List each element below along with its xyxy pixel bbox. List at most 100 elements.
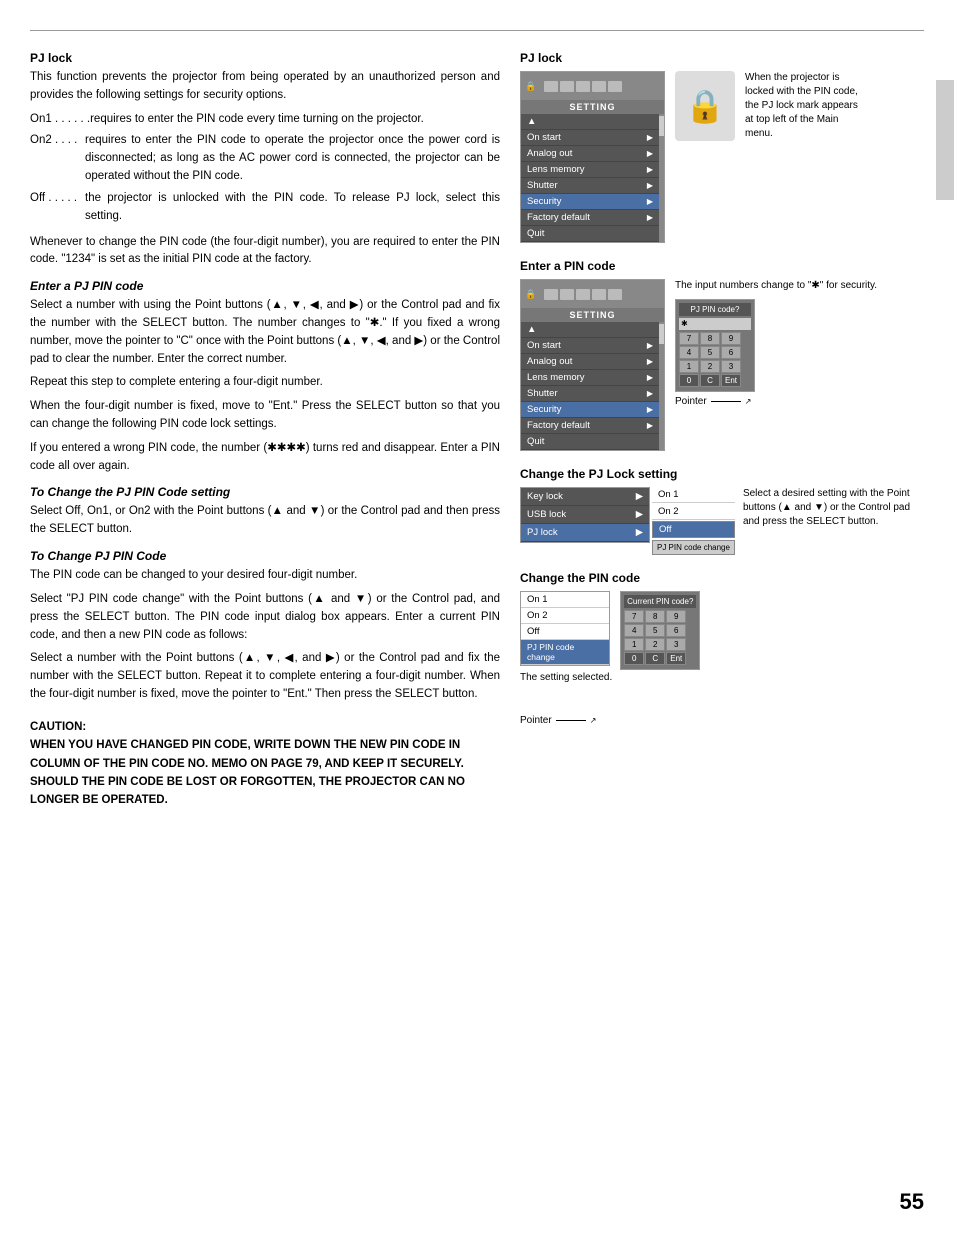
- pin-btn-8[interactable]: 8: [700, 332, 720, 345]
- current-pin-btn-ent[interactable]: Ent: [666, 652, 686, 665]
- pjlock-submenu-area: On 1 On 2 Off PJ PIN code change: [652, 487, 735, 555]
- menu-item-factorydefault: Factory default▶: [521, 210, 659, 226]
- current-pin-btn-8[interactable]: 8: [645, 610, 665, 623]
- change-pin-off: Off: [521, 624, 609, 640]
- enter-pin-title: Enter a PIN code: [520, 259, 924, 273]
- page-container: PJ lock This function prevents the proje…: [0, 0, 954, 1235]
- change-pin-on2: On 2: [521, 608, 609, 624]
- pin-btn-c[interactable]: C: [700, 374, 720, 387]
- pin-btn-1[interactable]: 1: [679, 360, 699, 373]
- pin-btn-2[interactable]: 2: [700, 360, 720, 373]
- two-col-layout: PJ lock This function prevents the proje…: [30, 51, 924, 810]
- pjlock-menus: Key lock▶ USB lock▶ PJ lock▶ On 1 On 2 O…: [520, 487, 735, 555]
- pjlock-usblock: USB lock▶: [521, 506, 649, 524]
- change-pj-pin-code-p2: Select "PJ PIN code change" with the Poi…: [30, 591, 500, 644]
- proj-menu-wrapper-2: ▲ On start▶ Analog out▶ Lens memory▶ Shu…: [521, 322, 664, 450]
- current-pin-btn-4[interactable]: 4: [624, 624, 644, 637]
- on2-desc: requires to enter the PIN code to operat…: [85, 132, 500, 185]
- projector-menu-pjlock: 🔒 SETTING ▲: [520, 71, 665, 243]
- current-pin-btn-1[interactable]: 1: [624, 638, 644, 651]
- current-pin-btn-5[interactable]: 5: [645, 624, 665, 637]
- setting-selected-label: The setting selected.: [520, 672, 612, 683]
- proj-setting-label: SETTING: [521, 100, 664, 114]
- caution-title: CAUTION:: [30, 718, 500, 736]
- page-number: 55: [900, 1189, 924, 1215]
- menu2-item-factorydefault: Factory default▶: [521, 418, 659, 434]
- menu2-item-quit: Quit: [521, 434, 659, 450]
- pin-btn-6[interactable]: 6: [721, 346, 741, 359]
- pin-btn-ent[interactable]: Ent: [721, 374, 741, 387]
- change-pin-pointer-row: Pointer ↗: [520, 715, 596, 726]
- menu2-item-analogout: Analog out▶: [521, 354, 659, 370]
- pin-btn-3[interactable]: 3: [721, 360, 741, 373]
- change-pin-pointer-label: Pointer: [520, 715, 552, 726]
- pin-btn-4[interactable]: 4: [679, 346, 699, 359]
- on1-item: On1 . . . . . . requires to enter the PI…: [30, 111, 500, 129]
- menu2-item-lensmemory: Lens memory▶: [521, 370, 659, 386]
- projector-menu-enterpin: 🔒 SETTING ▲: [520, 279, 665, 451]
- change-pj-pin-code-p3: Select a number with the Point buttons (…: [30, 650, 500, 703]
- enter-pj-pin-p4: If you entered a wrong PIN code, the num…: [30, 440, 500, 476]
- change-pjlock-section: Change the PJ Lock setting Key lock▶ USB…: [520, 467, 924, 555]
- pj-pin-code-label: PJ PIN code?: [679, 303, 751, 316]
- proj-menu-inner: ▲ On start▶ Analog out▶ Lens memory▶ Shu…: [521, 114, 659, 242]
- menu-item-analogout: Analog out▶: [521, 146, 659, 162]
- pin-btn-0[interactable]: 0: [679, 374, 699, 387]
- proj-scrollbar-2: [659, 322, 664, 450]
- current-pin-btn-3[interactable]: 3: [666, 638, 686, 651]
- pj-pin-change-label: PJ PIN code change: [652, 540, 735, 555]
- current-pin-keypad: Current PIN code? 7 8 9 4 5 6: [620, 591, 700, 670]
- proj-scroll-thumb: [659, 116, 664, 136]
- change-pj-pin-code-title: To Change PJ PIN Code: [30, 549, 500, 563]
- current-pin-btn-6[interactable]: 6: [666, 624, 686, 637]
- proj-scrollbar: [659, 114, 664, 242]
- proj-top-bar-2: 🔒: [521, 280, 664, 308]
- pjlock-keylock: Key lock▶: [521, 488, 649, 506]
- enter-pj-pin-p3: When the four-digit number is fixed, mov…: [30, 398, 500, 434]
- enter-pj-pin-p1: Select a number with using the Point but…: [30, 297, 500, 368]
- pin-btn-7[interactable]: 7: [679, 332, 699, 345]
- current-pin-row-2: 4 5 6: [624, 624, 696, 637]
- enter-pin-right: The input numbers change to "✱" for secu…: [675, 279, 877, 407]
- change-pincode-diagram: On 1 On 2 Off PJ PIN code change The set…: [520, 591, 924, 726]
- proj-menu-wrapper: ▲ On start▶ Analog out▶ Lens memory▶ Shu…: [521, 114, 664, 242]
- current-pin-row-3: 1 2 3: [624, 638, 696, 651]
- menu-item-quit: Quit: [521, 226, 659, 242]
- pin-code-para: Whenever to change the PIN code (the fou…: [30, 234, 500, 270]
- pin-row-3: 1 2 3: [679, 360, 751, 373]
- off-desc: the projector is unlocked with the PIN c…: [85, 190, 500, 226]
- proj-scroll-up: ▲: [521, 114, 659, 130]
- pin-keypad-area: PJ PIN code? ✱ 7 8 9 4 5: [675, 299, 877, 407]
- on2-item: On2 . . . . requires to enter the PIN co…: [30, 132, 500, 185]
- proj-top-bar: 🔒: [521, 72, 664, 100]
- current-pin-row-4: 0 C Ent: [624, 652, 696, 665]
- caution-text: WHEN YOU HAVE CHANGED PIN CODE, WRITE DO…: [30, 736, 500, 810]
- current-pin-btn-9[interactable]: 9: [666, 610, 686, 623]
- menu-item-shutter: Shutter▶: [521, 178, 659, 194]
- current-pin-label: Current PIN code?: [624, 595, 696, 608]
- change-pin-left: On 1 On 2 Off PJ PIN code change The set…: [520, 591, 612, 726]
- pointer-line: [711, 401, 741, 402]
- pin-keypad: PJ PIN code? ✱ 7 8 9 4 5: [675, 299, 755, 392]
- lock-setting-caption: Select a desired setting with the Point …: [743, 487, 924, 529]
- current-pin-btn-7[interactable]: 7: [624, 610, 644, 623]
- enter-pin-diagram-row: 🔒 SETTING ▲: [520, 279, 924, 451]
- caution-block: CAUTION: WHEN YOU HAVE CHANGED PIN CODE,…: [30, 718, 500, 810]
- current-pin-btn-0[interactable]: 0: [624, 652, 644, 665]
- current-pin-area: Current PIN code? 7 8 9 4 5 6: [620, 591, 700, 670]
- current-pin-btn-c[interactable]: C: [645, 652, 665, 665]
- change-pjlock-diagram: Key lock▶ USB lock▶ PJ lock▶ On 1 On 2 O…: [520, 487, 924, 555]
- change-pin-pj-change: PJ PIN code change: [521, 640, 609, 665]
- menu2-item-shutter: Shutter▶: [521, 386, 659, 402]
- lock-icon: 🔒: [675, 71, 735, 141]
- input-numbers-caption: The input numbers change to "✱" for secu…: [675, 279, 877, 293]
- pj-lock-menu: Key lock▶ USB lock▶ PJ lock▶: [520, 487, 650, 543]
- pin-btn-5[interactable]: 5: [700, 346, 720, 359]
- pj-lock-intro: This function prevents the projector fro…: [30, 69, 500, 105]
- current-pin-btn-2[interactable]: 2: [645, 638, 665, 651]
- right-column: PJ lock 🔒: [520, 51, 924, 810]
- on1-desc: requires to enter the PIN code every tim…: [90, 111, 424, 129]
- pjlock-pjlock: PJ lock▶: [521, 524, 649, 542]
- pin-btn-9[interactable]: 9: [721, 332, 741, 345]
- pin-row-1: 7 8 9: [679, 332, 751, 345]
